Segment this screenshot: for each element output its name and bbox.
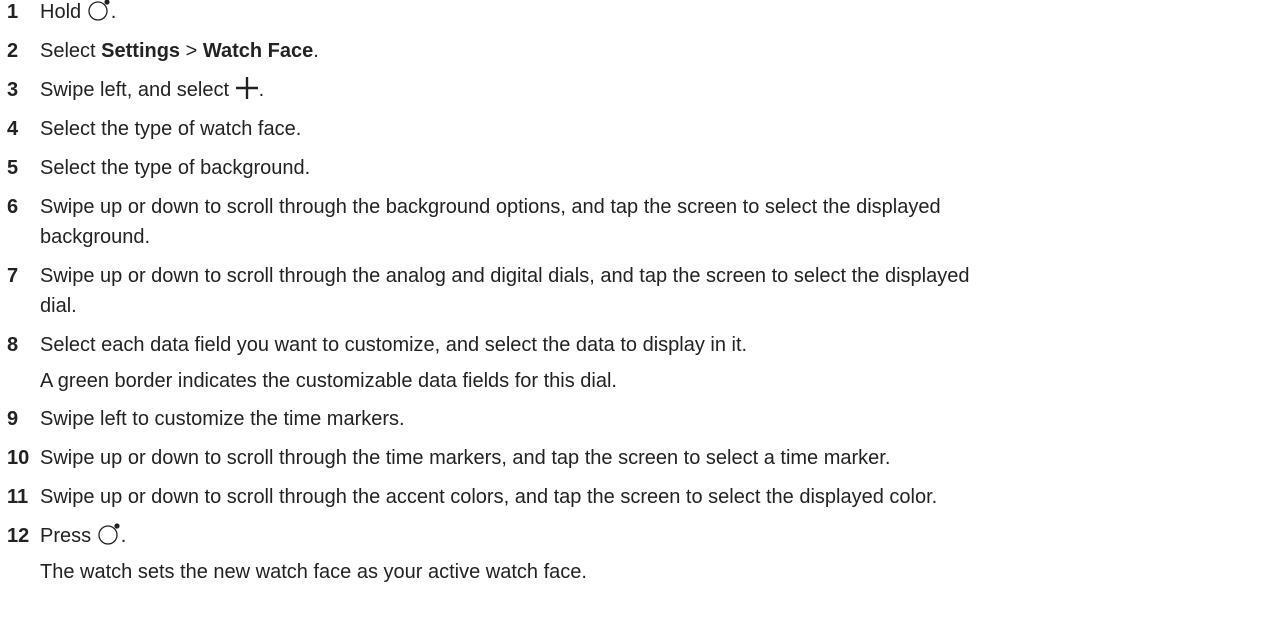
step-number: 10 [7, 447, 30, 469]
manual-page: { "steps": [ {"num": "1", "pre": "Hold "… [0, 0, 1287, 623]
step-5: 5 Select the type of background. [7, 153, 1285, 183]
menu-separator: > [180, 40, 203, 62]
step-1: 1 Hold . [7, 0, 1285, 31]
step-text: Hold . [40, 0, 1285, 31]
step-6: 6 Swipe up or down to scroll through the… [7, 192, 1285, 252]
step-text-line-2: background. [40, 226, 151, 248]
step-text-part: Select [40, 40, 102, 62]
step-text: Swipe up or down to scroll through the a… [40, 486, 938, 508]
plus-icon [235, 76, 259, 109]
step-text-part: . [313, 40, 319, 62]
step-number: 9 [7, 408, 19, 430]
step-number: 8 [7, 334, 19, 356]
step-number: 4 [7, 118, 19, 140]
step-text: Select the type of watch face. [40, 118, 302, 140]
watch-button-icon [87, 0, 111, 31]
menu-item-watch-face: Watch Face [202, 40, 314, 62]
step-text: Select the type of background. [40, 157, 311, 179]
step-text: Select Settings > Watch Face. [40, 36, 1285, 66]
step-7: 7 Swipe up or down to scroll through the… [7, 261, 1285, 321]
step-number: 2 [7, 40, 19, 62]
step-9: 9 Swipe left to customize the time marke… [7, 404, 1285, 434]
step-10: 10 Swipe up or down to scroll through th… [7, 443, 1285, 473]
step-12: 12 Press . [7, 521, 1285, 555]
step-8-note: A green border indicates the customizabl… [40, 370, 617, 392]
step-3: 3 Swipe left, and select . [7, 75, 1285, 109]
step-number: 5 [7, 157, 19, 179]
step-number: 3 [7, 79, 19, 101]
step-text-part: . [110, 1, 117, 23]
step-text-part: Press [40, 525, 97, 547]
watch-button-icon [97, 522, 121, 555]
step-number: 1 [7, 1, 19, 23]
step-text: Press . [40, 521, 1285, 555]
step-text: Swipe left, and select . [40, 75, 1285, 109]
step-text-line-2: dial. [40, 295, 77, 317]
step-number: 7 [7, 265, 19, 287]
step-text: Swipe left to customize the time markers… [40, 408, 405, 430]
step-text-part: . [120, 525, 127, 547]
step-8: 8 Select each data field you want to cus… [7, 330, 1285, 360]
step-11: 11 Swipe up or down to scroll through th… [7, 482, 1285, 512]
step-text-part: . [258, 79, 265, 101]
menu-item-settings: Settings [101, 40, 181, 62]
step-number: 11 [7, 486, 29, 508]
step-text-part: Hold [40, 1, 87, 23]
step-text: Select each data field you want to custo… [40, 334, 748, 356]
step-number: 6 [7, 196, 19, 218]
step-4: 4 Select the type of watch face. [7, 114, 1285, 144]
step-text-line-1: Swipe up or down to scroll through the a… [40, 265, 970, 287]
step-12-note: The watch sets the new watch face as you… [40, 561, 587, 583]
step-text-line-1: Swipe up or down to scroll through the b… [40, 196, 941, 218]
step-text: Swipe up or down to scroll through the t… [40, 447, 891, 469]
step-number: 12 [7, 525, 30, 547]
step-2: 2 Select Settings > Watch Face. [7, 36, 1285, 66]
step-text-part: Swipe left, and select [40, 79, 235, 101]
